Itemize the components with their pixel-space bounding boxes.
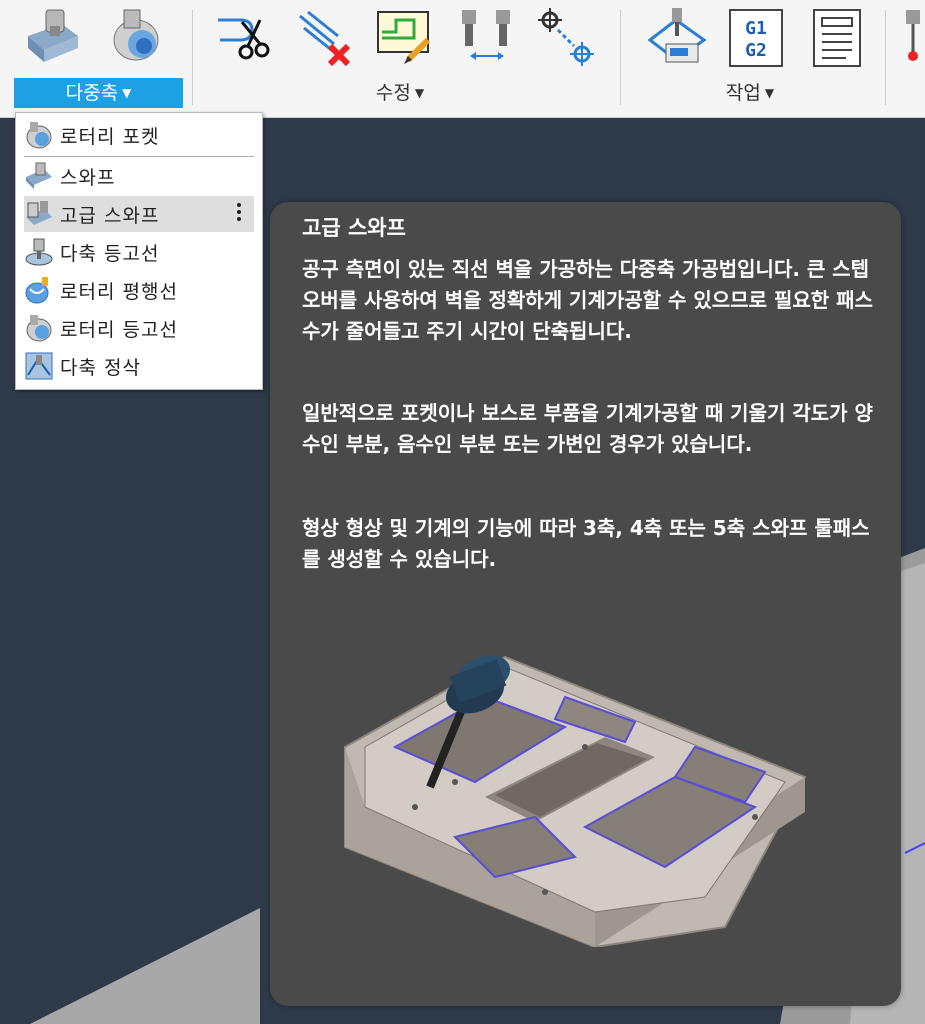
rotary-icon[interactable] <box>108 6 170 68</box>
swarf-part-illustration <box>344 655 807 947</box>
multiaxis-contour-icon[interactable] <box>22 6 84 68</box>
multiaxis-dropdown-menu: 로터리 포켓 스와프 고급 스와프 다축 등고선 로터리 평행선 로터리 등고선… <box>15 112 263 390</box>
more-options-icon[interactable] <box>236 200 242 228</box>
transform-point-icon[interactable] <box>536 6 598 68</box>
group-actions[interactable]: 작업 ▼ <box>680 78 820 108</box>
group-label: 수정 <box>375 82 411 104</box>
tooltip-paragraph: 공구 측면이 있는 직선 벽을 가공하는 다중축 가공법입니다. 큰 스텝오버를… <box>302 257 873 343</box>
menu-item-advanced-swarf[interactable]: 고급 스와프 <box>24 196 254 232</box>
menu-item-label: 로터리 평행선 <box>60 280 178 303</box>
tooltip-paragraph: 형상 형상 및 기계의 기능에 따라 3축, 4축 또는 5축 스와프 툴패스를… <box>302 516 870 571</box>
menu-item-label: 로터리 등고선 <box>60 318 178 341</box>
advanced-swarf-icon <box>26 201 52 225</box>
delete-toolpath-icon[interactable] <box>294 6 356 68</box>
menu-item-rotary-pocket[interactable]: 로터리 포켓 <box>24 117 254 153</box>
separator <box>192 10 193 105</box>
menu-item-label: 다축 정삭 <box>60 356 141 379</box>
menu-item-label: 다축 등고선 <box>60 242 160 265</box>
caret-down-icon: ▼ <box>764 86 775 100</box>
edit-boundary-icon[interactable] <box>374 6 436 68</box>
caret-down-icon: ▼ <box>414 86 425 100</box>
tool-compare-icon[interactable] <box>456 6 518 68</box>
group-label: 작업 <box>725 82 761 104</box>
multiaxis-finishing-icon <box>25 352 53 380</box>
tooltip-advanced-swarf: 고급 스와프 공구 측면이 있는 직선 벽을 가공하는 다중축 가공법입니다. … <box>270 202 901 1006</box>
trim-icon[interactable] <box>212 6 274 68</box>
menu-item-swarf[interactable]: 스와프 <box>24 158 254 194</box>
menu-item-label: 스와프 <box>60 166 116 189</box>
menu-item-multiaxis-finishing[interactable]: 다축 정삭 <box>24 348 254 384</box>
swarf-icon <box>26 162 52 189</box>
g2-text: G2 <box>745 40 767 61</box>
tooltip-paragraph: 일반적으로 포켓이나 보스로 부품을 기계가공할 때 기울기 각도가 양수인 부… <box>302 401 873 456</box>
ribbon-toolbar: 다중축 ▼ 수정 ▼ G1 G2 작업 ▼ <box>0 0 925 118</box>
tooltip-title: 고급 스와프 <box>302 216 406 240</box>
menu-item-rotary-parallel[interactable]: 로터리 평행선 <box>24 272 254 308</box>
menu-item-multiaxis-contour[interactable]: 다축 등고선 <box>24 234 254 270</box>
menu-item-rotary-contour[interactable]: 로터리 등고선 <box>24 310 254 346</box>
rotary-pocket-icon <box>26 122 52 149</box>
rotary-parallel-icon <box>25 277 49 304</box>
menu-separator <box>24 156 254 157</box>
machine-simulation-icon[interactable] <box>646 6 708 68</box>
multiaxis-contour-icon <box>25 238 53 266</box>
group-multiaxis[interactable]: 다중축 ▼ <box>14 78 183 108</box>
setup-sheet-icon[interactable] <box>806 6 868 68</box>
probe-icon[interactable] <box>898 6 925 68</box>
caret-down-icon: ▼ <box>122 86 132 100</box>
g1-text: G1 <box>745 18 767 39</box>
menu-item-label: 고급 스와프 <box>60 204 160 227</box>
menu-item-label: 로터리 포켓 <box>60 125 160 148</box>
group-modify[interactable]: 수정 ▼ <box>320 78 480 108</box>
separator <box>885 10 886 105</box>
group-label: 다중축 <box>65 82 119 104</box>
separator <box>620 10 621 105</box>
g1g2-icon[interactable]: G1 G2 <box>726 6 788 68</box>
rotary-contour-icon <box>26 315 52 342</box>
